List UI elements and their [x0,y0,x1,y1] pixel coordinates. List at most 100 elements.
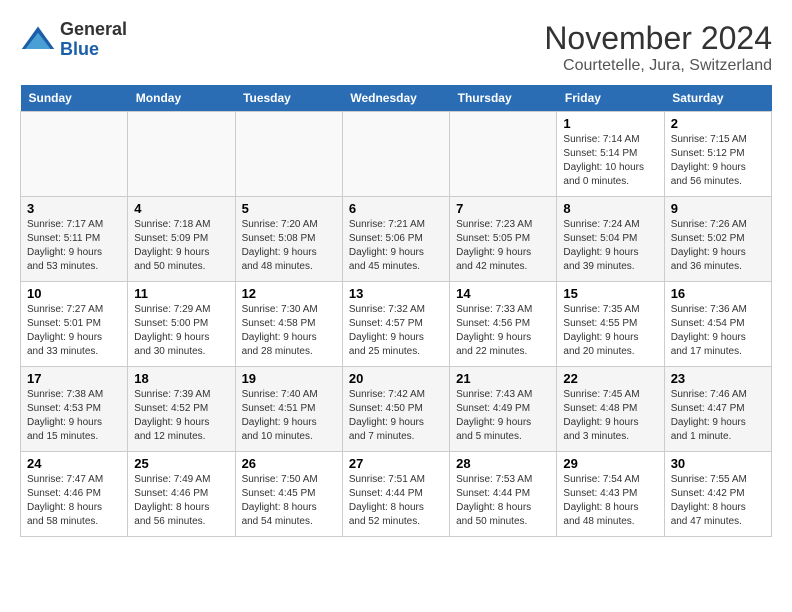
day-info: Sunrise: 7:21 AM Sunset: 5:06 PM Dayligh… [349,218,443,274]
day-info: Sunrise: 7:45 AM Sunset: 4:48 PM Dayligh… [563,388,657,444]
calendar-cell: 20 Sunrise: 7:42 AM Sunset: 4:50 PM Dayli… [342,367,449,452]
day-number: 11 [134,286,228,301]
calendar-cell: 30Sunrise: 7:55 AM Sunset: 4:42 PM Dayli… [664,452,771,537]
day-number: 12 [242,286,336,301]
day-number: 13 [349,286,443,301]
day-number: 17 [27,371,121,386]
weekday-header-sunday: Sunday [21,85,128,112]
calendar-cell: 26Sunrise: 7:50 AM Sunset: 4:45 PM Dayli… [235,452,342,537]
calendar-cell: 11 Sunrise: 7:29 AM Sunset: 5:00 PM Dayli… [128,282,235,367]
calendar-cell: 25 Sunrise: 7:49 AM Sunset: 4:46 PM Dayli… [128,452,235,537]
day-info: Sunrise: 7:55 AM Sunset: 4:42 PM Dayligh… [671,473,765,529]
day-info: Sunrise: 7:39 AM Sunset: 4:52 PM Dayligh… [134,388,228,444]
day-number: 20 [349,371,443,386]
day-info: Sunrise: 7:29 AM Sunset: 5:00 PM Dayligh… [134,303,228,359]
calendar-cell: 29 Sunrise: 7:54 AM Sunset: 4:43 PM Dayli… [557,452,664,537]
calendar-cell: 27Sunrise: 7:51 AM Sunset: 4:44 PM Dayli… [342,452,449,537]
day-info: Sunrise: 7:14 AM Sunset: 5:14 PM Dayligh… [563,133,657,189]
day-info: Sunrise: 7:18 AM Sunset: 5:09 PM Dayligh… [134,218,228,274]
day-number: 26 [242,456,336,471]
day-number: 1 [563,116,657,131]
day-info: Sunrise: 7:30 AM Sunset: 4:58 PM Dayligh… [242,303,336,359]
title-section: November 2024 Courtetelle, Jura, Switzer… [544,20,772,75]
month-title: November 2024 [544,20,772,57]
calendar-cell [21,112,128,197]
calendar-cell: 2 Sunrise: 7:15 AM Sunset: 5:12 PM Daylig… [664,112,771,197]
calendar-cell [450,112,557,197]
calendar-cell: 18 Sunrise: 7:39 AM Sunset: 4:52 PM Dayli… [128,367,235,452]
calendar-cell [342,112,449,197]
day-info: Sunrise: 7:51 AM Sunset: 4:44 PM Dayligh… [349,473,443,529]
day-number: 16 [671,286,765,301]
day-info: Sunrise: 7:40 AM Sunset: 4:51 PM Dayligh… [242,388,336,444]
day-number: 25 [134,456,228,471]
weekday-header-row: SundayMondayTuesdayWednesdayThursdayFrid… [21,85,772,112]
calendar-cell: 19 Sunrise: 7:40 AM Sunset: 4:51 PM Dayli… [235,367,342,452]
day-number: 28 [456,456,550,471]
day-number: 22 [563,371,657,386]
logo: General Blue [20,20,127,60]
calendar-cell: 1 Sunrise: 7:14 AM Sunset: 5:14 PM Daylig… [557,112,664,197]
day-number: 3 [27,201,121,216]
day-info: Sunrise: 7:26 AM Sunset: 5:02 PM Dayligh… [671,218,765,274]
weekday-header-tuesday: Tuesday [235,85,342,112]
day-info: Sunrise: 7:53 AM Sunset: 4:44 PM Dayligh… [456,473,550,529]
day-number: 29 [563,456,657,471]
calendar-week-row-1: 1 Sunrise: 7:14 AM Sunset: 5:14 PM Daylig… [21,112,772,197]
day-number: 2 [671,116,765,131]
calendar-cell: 13 Sunrise: 7:32 AM Sunset: 4:57 PM Dayli… [342,282,449,367]
day-number: 19 [242,371,336,386]
day-number: 6 [349,201,443,216]
day-number: 24 [27,456,121,471]
calendar-cell: 21 Sunrise: 7:43 AM Sunset: 4:49 PM Dayli… [450,367,557,452]
day-info: Sunrise: 7:15 AM Sunset: 5:12 PM Dayligh… [671,133,765,189]
day-info: Sunrise: 7:23 AM Sunset: 5:05 PM Dayligh… [456,218,550,274]
day-number: 9 [671,201,765,216]
calendar-cell: 9 Sunrise: 7:26 AM Sunset: 5:02 PM Daylig… [664,197,771,282]
calendar-cell: 5Sunrise: 7:20 AM Sunset: 5:08 PM Daylig… [235,197,342,282]
day-number: 23 [671,371,765,386]
logo-icon [20,22,56,58]
day-info: Sunrise: 7:36 AM Sunset: 4:54 PM Dayligh… [671,303,765,359]
location-subtitle: Courtetelle, Jura, Switzerland [544,57,772,75]
day-number: 21 [456,371,550,386]
day-info: Sunrise: 7:27 AM Sunset: 5:01 PM Dayligh… [27,303,121,359]
day-number: 5 [242,201,336,216]
weekday-header-thursday: Thursday [450,85,557,112]
calendar-cell: 17 Sunrise: 7:38 AM Sunset: 4:53 PM Dayli… [21,367,128,452]
calendar-cell: 4Sunrise: 7:18 AM Sunset: 5:09 PM Daylig… [128,197,235,282]
calendar-cell: 8 Sunrise: 7:24 AM Sunset: 5:04 PM Daylig… [557,197,664,282]
calendar-cell: 6 Sunrise: 7:21 AM Sunset: 5:06 PM Daylig… [342,197,449,282]
day-info: Sunrise: 7:49 AM Sunset: 4:46 PM Dayligh… [134,473,228,529]
weekday-header-wednesday: Wednesday [342,85,449,112]
weekday-header-saturday: Saturday [664,85,771,112]
day-info: Sunrise: 7:17 AM Sunset: 5:11 PM Dayligh… [27,218,121,274]
day-info: Sunrise: 7:38 AM Sunset: 4:53 PM Dayligh… [27,388,121,444]
logo-text: General Blue [60,20,127,60]
calendar-week-row-5: 24Sunrise: 7:47 AM Sunset: 4:46 PM Dayli… [21,452,772,537]
calendar-cell: 28 Sunrise: 7:53 AM Sunset: 4:44 PM Dayli… [450,452,557,537]
day-info: Sunrise: 7:33 AM Sunset: 4:56 PM Dayligh… [456,303,550,359]
calendar-cell: 14 Sunrise: 7:33 AM Sunset: 4:56 PM Dayli… [450,282,557,367]
calendar-cell: 7 Sunrise: 7:23 AM Sunset: 5:05 PM Daylig… [450,197,557,282]
calendar-cell: 10 Sunrise: 7:27 AM Sunset: 5:01 PM Dayli… [21,282,128,367]
calendar-cell: 3 Sunrise: 7:17 AM Sunset: 5:11 PM Daylig… [21,197,128,282]
day-info: Sunrise: 7:42 AM Sunset: 4:50 PM Dayligh… [349,388,443,444]
calendar-week-row-2: 3 Sunrise: 7:17 AM Sunset: 5:11 PM Daylig… [21,197,772,282]
day-info: Sunrise: 7:32 AM Sunset: 4:57 PM Dayligh… [349,303,443,359]
day-info: Sunrise: 7:35 AM Sunset: 4:55 PM Dayligh… [563,303,657,359]
day-number: 10 [27,286,121,301]
calendar-cell: 12 Sunrise: 7:30 AM Sunset: 4:58 PM Dayli… [235,282,342,367]
calendar-cell [235,112,342,197]
day-number: 8 [563,201,657,216]
day-info: Sunrise: 7:43 AM Sunset: 4:49 PM Dayligh… [456,388,550,444]
calendar-week-row-4: 17 Sunrise: 7:38 AM Sunset: 4:53 PM Dayli… [21,367,772,452]
calendar-week-row-3: 10 Sunrise: 7:27 AM Sunset: 5:01 PM Dayli… [21,282,772,367]
calendar-cell [128,112,235,197]
page-header: General Blue November 2024 Courtetelle, … [20,20,772,75]
day-number: 18 [134,371,228,386]
day-number: 7 [456,201,550,216]
day-number: 14 [456,286,550,301]
day-info: Sunrise: 7:54 AM Sunset: 4:43 PM Dayligh… [563,473,657,529]
day-info: Sunrise: 7:24 AM Sunset: 5:04 PM Dayligh… [563,218,657,274]
